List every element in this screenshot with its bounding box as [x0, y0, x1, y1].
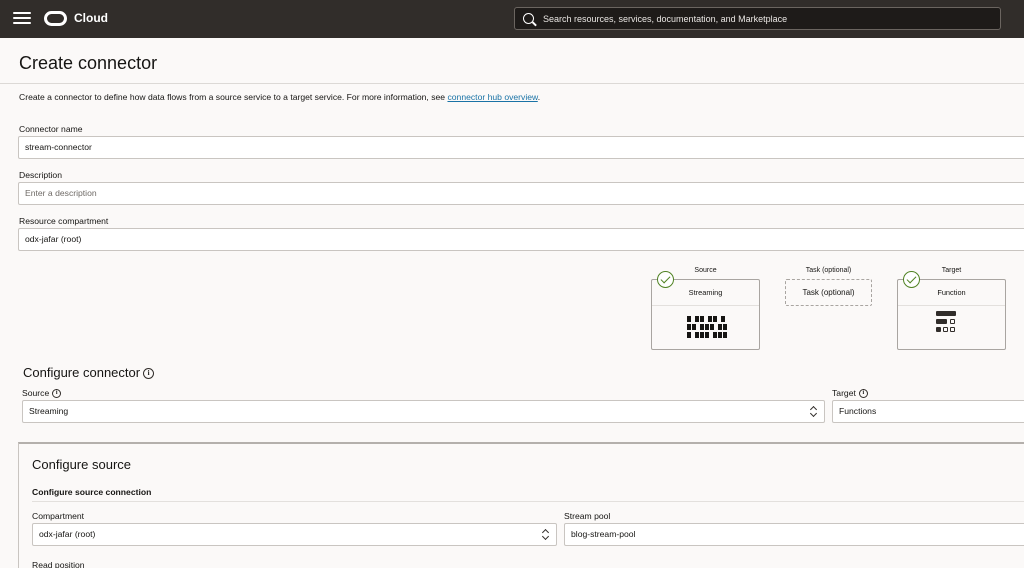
oracle-logo-icon[interactable]: [44, 11, 67, 26]
source-card-title: Streaming: [688, 288, 723, 297]
read-position-label: Read position: [32, 560, 85, 568]
target-card-title: Function: [937, 288, 966, 297]
source-select[interactable]: Streaming: [22, 400, 825, 423]
connector-name-label: Connector name: [19, 124, 83, 134]
compartment-select[interactable]: odx-jafar (root): [32, 523, 557, 546]
intro-end: .: [537, 92, 541, 102]
intro-text: Create a connector to define how data fl…: [19, 92, 540, 102]
configure-source-connection-title: Configure source connection: [32, 487, 152, 497]
info-icon[interactable]: i: [858, 389, 868, 399]
target-select[interactable]: Functions: [832, 400, 1024, 423]
page-title: Create connector: [19, 53, 158, 73]
source-select-value: Streaming: [29, 406, 69, 416]
source-checkmark-icon: [657, 271, 674, 288]
intro-body: Create a connector to define how data fl…: [19, 92, 448, 102]
search-bar[interactable]: [514, 7, 1001, 30]
select-arrows-icon: [810, 405, 818, 418]
configure-source-panel: [18, 442, 1024, 568]
top-bar: Cloud: [0, 0, 1024, 38]
search-input[interactable]: [543, 11, 993, 27]
page-header: Create connector: [0, 38, 1024, 84]
hamburger-icon[interactable]: [13, 12, 31, 26]
info-icon[interactable]: i: [52, 389, 62, 399]
description-input[interactable]: Enter a description: [18, 182, 1024, 205]
card-divider: [652, 305, 759, 306]
target-checkmark-icon: [903, 271, 920, 288]
connector-name-input[interactable]: stream-connector: [18, 136, 1024, 159]
stream-pool-label: Stream pool: [564, 511, 611, 521]
search-icon: [523, 13, 534, 24]
source-select-label: Source i: [22, 388, 62, 399]
task-card-title: Task (optional): [802, 288, 855, 297]
target-card[interactable]: Function: [897, 279, 1006, 350]
flow-task-label: Task (optional): [805, 267, 852, 274]
compartment-select-value: odx-jafar (root): [39, 529, 96, 539]
configure-connector-title: Configure connector: [23, 365, 141, 380]
target-select-label: Target i: [832, 388, 868, 399]
info-icon[interactable]: i: [143, 368, 155, 380]
function-icon: [936, 311, 960, 335]
resource-compartment-label: Resource compartment: [19, 216, 109, 226]
source-label-text: Source: [22, 388, 50, 398]
configure-source-title: Configure source: [32, 457, 131, 472]
card-divider: [898, 305, 1005, 306]
brand-name[interactable]: Cloud: [74, 11, 108, 25]
stream-pool-select[interactable]: blog-stream-pool: [564, 523, 1024, 546]
panel-divider: [32, 501, 1024, 502]
compartment-label: Compartment: [32, 511, 85, 521]
connector-hub-overview-link[interactable]: connector hub overview: [447, 92, 537, 102]
target-label-text: Target: [832, 388, 856, 398]
configure-connector-heading: Configure connector i: [23, 365, 155, 380]
streaming-icon: [687, 316, 727, 338]
task-card[interactable]: Task (optional): [785, 279, 872, 306]
select-arrows-icon: [542, 528, 550, 541]
resource-compartment-select[interactable]: odx-jafar (root): [18, 228, 1024, 251]
description-label: Description: [19, 170, 62, 180]
source-card[interactable]: Streaming: [651, 279, 760, 350]
